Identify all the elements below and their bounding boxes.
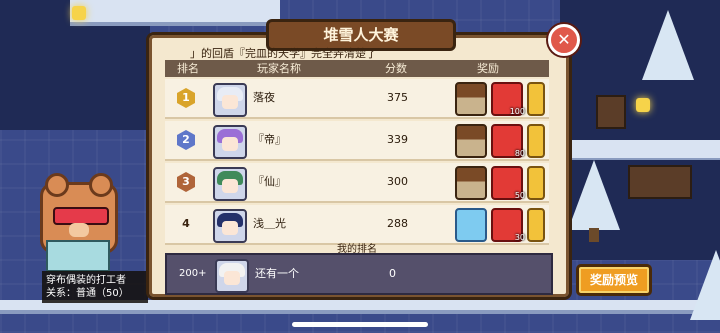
- red-envelope-icon[interactable]: 50: [491, 166, 525, 200]
- my-rank-value: 200+: [179, 268, 207, 279]
- rank-badge-bronze: 3: [177, 172, 195, 192]
- npc-name: 穿布偶装的打工者: [46, 275, 126, 286]
- lamp-icon: [636, 98, 650, 112]
- lamp-icon: [72, 6, 86, 20]
- my-score: 0: [389, 267, 396, 280]
- red-envelope-icon[interactable]: 30: [491, 208, 525, 242]
- snow-tree-icon: [642, 10, 694, 80]
- snow-tree-icon: [568, 160, 620, 230]
- player-score: 375: [387, 91, 408, 104]
- bed-reward-icon[interactable]: [455, 166, 487, 200]
- reward-count: 100: [509, 107, 525, 116]
- gold-coin-icon[interactable]: [527, 208, 545, 242]
- bear-ear: [45, 173, 69, 197]
- player-score: 288: [387, 217, 408, 230]
- snow-tree-icon: [690, 250, 720, 320]
- rank-number: 4: [182, 217, 190, 230]
- avatar-face: [222, 137, 238, 151]
- header-score: 分数: [385, 62, 407, 75]
- ice-crystal-reward-icon[interactable]: [455, 208, 487, 242]
- table-row[interactable]: 2 『帝』 339 80: [165, 121, 549, 161]
- header-name: 玩家名称: [257, 62, 301, 75]
- bed-reward-icon[interactable]: [455, 82, 487, 116]
- player-name: 浅＿光: [253, 217, 286, 230]
- avatar-face: [222, 179, 238, 193]
- header-reward: 奖励: [477, 62, 499, 75]
- bear-npc-body: [46, 240, 110, 272]
- tree-trunk: [589, 228, 599, 242]
- my-avatar[interactable]: [215, 259, 249, 293]
- dark-room-right: [560, 0, 720, 140]
- header-rank: 排名: [177, 62, 199, 75]
- close-button[interactable]: ✕: [548, 24, 580, 56]
- avatar-face: [222, 95, 238, 109]
- reward-preview-button[interactable]: 奖励预览: [576, 264, 652, 296]
- red-envelope-icon[interactable]: 100: [491, 82, 525, 116]
- close-icon: ✕: [557, 30, 571, 49]
- table-row[interactable]: 4 浅＿光 288 30: [165, 205, 549, 245]
- reward-count: 80: [514, 149, 525, 158]
- player-avatar[interactable]: [213, 209, 247, 243]
- my-player-name: 还有一个: [255, 267, 299, 280]
- reward-count: 50: [514, 191, 525, 200]
- my-rank-row[interactable]: 200+ 还有一个 0: [165, 253, 553, 295]
- home-indicator[interactable]: [292, 322, 428, 327]
- player-avatar[interactable]: [213, 125, 247, 159]
- avatar-face: [224, 271, 240, 285]
- red-envelope-icon[interactable]: 80: [491, 124, 525, 158]
- bear-snout: [69, 223, 89, 237]
- rank-badge-gold: 1: [177, 88, 195, 108]
- gold-coin-icon[interactable]: [527, 124, 545, 158]
- scrolling-notice: 」的回盾『完皿的天学』完全弄清楚了: [190, 47, 377, 59]
- gold-coin-icon[interactable]: [527, 166, 545, 200]
- player-score: 300: [387, 175, 408, 188]
- table-row[interactable]: 1 落夜 375 100: [165, 79, 549, 119]
- npc-nameplate: 穿布偶装的打工者 关系：普通（50）: [42, 271, 148, 303]
- table-row[interactable]: 3 『仙』 300 50: [165, 163, 549, 203]
- player-name: 『帝』: [253, 133, 286, 146]
- cabinet: [628, 165, 692, 199]
- player-avatar[interactable]: [213, 167, 247, 201]
- npc-relation: 关系：普通（50）: [46, 288, 129, 299]
- gold-coin-icon[interactable]: [527, 82, 545, 116]
- rank-badge-silver: 2: [177, 130, 195, 150]
- bed-reward-icon[interactable]: [455, 124, 487, 158]
- player-name: 『仙』: [253, 175, 286, 188]
- table-header: 排名 玩家名称 分数 奖励: [165, 60, 549, 77]
- player-avatar[interactable]: [213, 83, 247, 117]
- cabinet: [596, 95, 626, 129]
- player-score: 339: [387, 133, 408, 146]
- avatar-face: [222, 221, 238, 235]
- snow-wall-top: [70, 0, 280, 26]
- snow-wall-right: [560, 140, 720, 162]
- player-name: 落夜: [253, 91, 275, 104]
- bear-ear: [89, 173, 113, 197]
